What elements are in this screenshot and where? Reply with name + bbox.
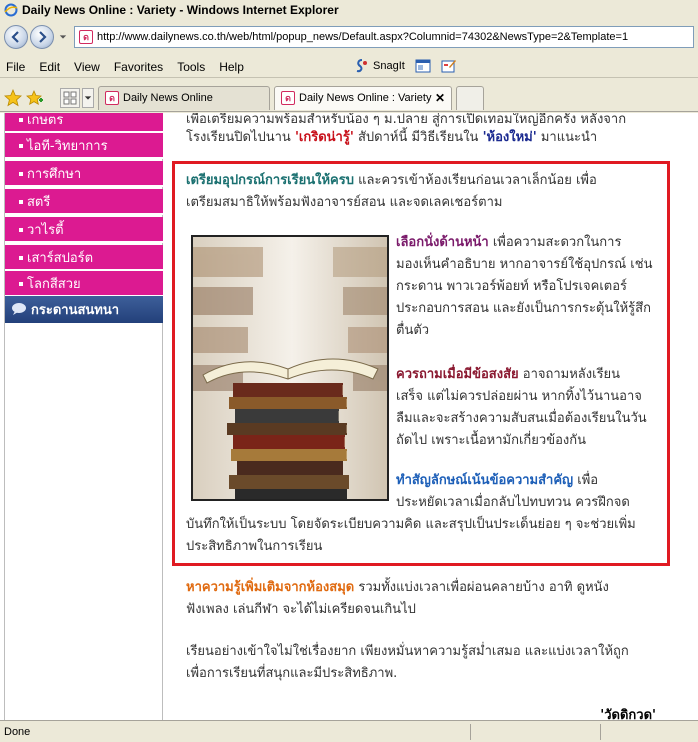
window-title: Daily News Online : Variety - Windows In… (22, 3, 339, 17)
tip4-line-4: ประสิทธิภาพในการเรียน (186, 539, 323, 554)
tip2-title: เลือกนั่งด้านหน้า (396, 235, 489, 250)
title-bar: Daily News Online : Variety - Windows In… (0, 0, 698, 20)
tip4-line-1: ทำสัญลักษณ์เน้นข้อความสำคัญ เพื่อ (396, 473, 599, 488)
address-bar[interactable]: ด http://www.dailynews.co.th/web/html/po… (74, 26, 694, 48)
tip5-line-1: หาความรู้เพิ่มเติมจากห้องสมุด รวมทั้งแบ่… (186, 580, 609, 595)
tip4-title: ทำสัญลักษณ์เน้นข้อความสำคัญ (396, 473, 574, 488)
forward-button[interactable] (30, 25, 54, 49)
tip2-line-2: มองเห็นคำอธิบาย หากอาจารย์ใช้อุปกรณ์ เช่… (396, 257, 653, 272)
tab-favicon-icon: ด (281, 91, 295, 105)
snagit-icon (356, 59, 367, 73)
back-button[interactable] (4, 25, 28, 49)
forum-label: กระดานสนทนา (31, 303, 120, 318)
tip3-line-3: ลืมและจะสร้างความสับสนเมื่อต้องเรียนในวั… (396, 411, 647, 426)
sidebar: เกษตร ไอที-วิทยาการ การศึกษา สตรี วาไรตี… (4, 113, 163, 720)
status-bar: Done (0, 720, 698, 742)
new-tab-button[interactable] (456, 85, 484, 110)
menu-file[interactable]: File (6, 60, 25, 74)
tip2-line-1: เลือกนั่งด้านหน้า เพื่อความสะดวกในการ (396, 235, 622, 250)
sidebar-item-it-science[interactable]: ไอที-วิทยาการ (5, 133, 163, 159)
close-tab-icon[interactable]: ✕ (435, 91, 445, 105)
capture-window-icon[interactable] (415, 58, 431, 74)
ie-logo-icon (4, 3, 18, 17)
sidebar-item-education[interactable]: การศึกษา (5, 161, 163, 187)
byline: 'วัดดิกวด' (600, 708, 656, 720)
snagit-button[interactable]: SnagIt (355, 59, 405, 73)
tip1-title: เตรียมอุปกรณ์การเรียนให้ครบ (186, 173, 354, 188)
tip5-line-2: ฟังเพลง เล่นกีฬา จะได้ไม่เครียดจนเกินไป (186, 602, 416, 617)
stacked-books-image (193, 237, 387, 499)
tab-favicon-icon: ด (105, 91, 119, 105)
sidebar-item-forum[interactable]: กระดานสนทนา (5, 296, 163, 323)
column-name-kerd: 'เกริดน่ารู้' (294, 130, 354, 145)
tab-bar: ด Daily News Online ด Daily News Online … (0, 84, 698, 112)
toolbar-extras: SnagIt (355, 58, 467, 74)
tab-label: Daily News Online (123, 92, 213, 104)
article-photo-books (191, 235, 389, 501)
outro-line-2: เพื่อการเรียนที่สนุกและมีประสิทธิภาพ. (186, 666, 398, 681)
tip1-line-1: เตรียมอุปกรณ์การเรียนให้ครบ และควรเข้าห้… (186, 173, 597, 188)
tab-list-dropdown[interactable] (82, 87, 94, 108)
menu-edit[interactable]: Edit (39, 60, 60, 74)
forward-arrow-icon (39, 31, 47, 43)
tip2-line-5: ตื่นตัว (396, 323, 430, 338)
site-favicon-icon: ด (79, 30, 93, 44)
menu-bar: File Edit View Favorites Tools Help Snag… (0, 56, 698, 78)
tip2-line-3: กระดาน พาวเวอร์พ้อยท์ หรือโปรเจคเตอร์ (396, 279, 628, 294)
menu-help[interactable]: Help (219, 60, 244, 74)
snagit-label: SnagIt (373, 60, 405, 72)
status-text: Done (4, 725, 31, 738)
address-url: http://www.dailynews.co.th/web/html/popu… (97, 31, 629, 43)
sidebar-item-variety[interactable]: วาไรตี้ (5, 217, 163, 243)
tab-label: Daily News Online : Variety (299, 92, 432, 104)
chat-bubble-icon (12, 303, 26, 315)
page-content: เกษตร ไอที-วิทยาการ การศึกษา สตรี วาไรตี… (0, 113, 698, 720)
favorites-star-icon[interactable] (4, 88, 22, 107)
address-row: ด http://www.dailynews.co.th/web/html/po… (0, 20, 698, 54)
tip2-line-4: ประกอบการสอน และยังเป็นการกระตุ้นให้รู้ส… (396, 301, 651, 316)
sidebar-item-saturday-sport[interactable]: เสาร์สปอร์ต (5, 245, 163, 271)
tip5-title: หาความรู้เพิ่มเติมจากห้องสมุด (186, 580, 355, 595)
back-arrow-icon (11, 31, 19, 43)
status-divider (600, 724, 601, 740)
intro-line-2: โรงเรียนปิดไปนาน 'เกริดน่ารู้' สัปดาห์นี… (186, 130, 598, 145)
tip3-line-4: ถัดไป เพราะเนื้อหามักเกี่ยวข้องกัน (396, 433, 586, 448)
tip4-line-3: บันทึกให้เป็นระบบ โดยจัดระเบียบความคิด แ… (186, 517, 636, 532)
room-label: 'ห้องใหม่' (482, 130, 537, 145)
sidebar-item-agriculture[interactable]: เกษตร (5, 113, 163, 133)
status-divider (470, 724, 471, 740)
tip1-line-2: เตรียมสมาธิให้พร้อมฟังอาจารย์สอน และจดเล… (186, 195, 503, 210)
tab-daily-news-variety[interactable]: ด Daily News Online : Variety ✕ (274, 85, 452, 110)
tip3-line-1: ควรถามเมื่อมีข้อสงสัย อาจถามหลังเรียน (396, 367, 621, 382)
chevron-down-icon (84, 95, 92, 100)
history-dropdown[interactable] (58, 32, 68, 42)
tip4-line-2: ประหยัดเวลาเมื่อกลับไปทบทวน ควรฝึกจด (396, 495, 630, 510)
menu-tools[interactable]: Tools (177, 60, 205, 74)
tip3-title: ควรถามเมื่อมีข้อสงสัย (396, 367, 519, 382)
chevron-down-icon (59, 35, 67, 39)
tab-daily-news-online[interactable]: ด Daily News Online (98, 85, 270, 110)
menu-view[interactable]: View (74, 60, 100, 74)
sidebar-item-women[interactable]: สตรี (5, 189, 163, 215)
menu-favorites[interactable]: Favorites (114, 60, 163, 74)
add-favorite-icon[interactable] (26, 89, 44, 107)
capture-edit-icon[interactable] (441, 58, 457, 74)
quick-tabs-button[interactable] (60, 87, 80, 108)
quick-tabs-icon (63, 91, 77, 104)
sidebar-item-colorful-world[interactable]: โลกสีสวย (5, 271, 163, 297)
outro-line-1: เรียนอย่างเข้าใจไม่ใช่เรื่องยาก เพียงหมั… (186, 644, 629, 659)
tip3-line-2: เสร็จ แต่ไม่ควรปล่อยผ่าน หากทิ้งไว้นานอา… (396, 389, 642, 404)
